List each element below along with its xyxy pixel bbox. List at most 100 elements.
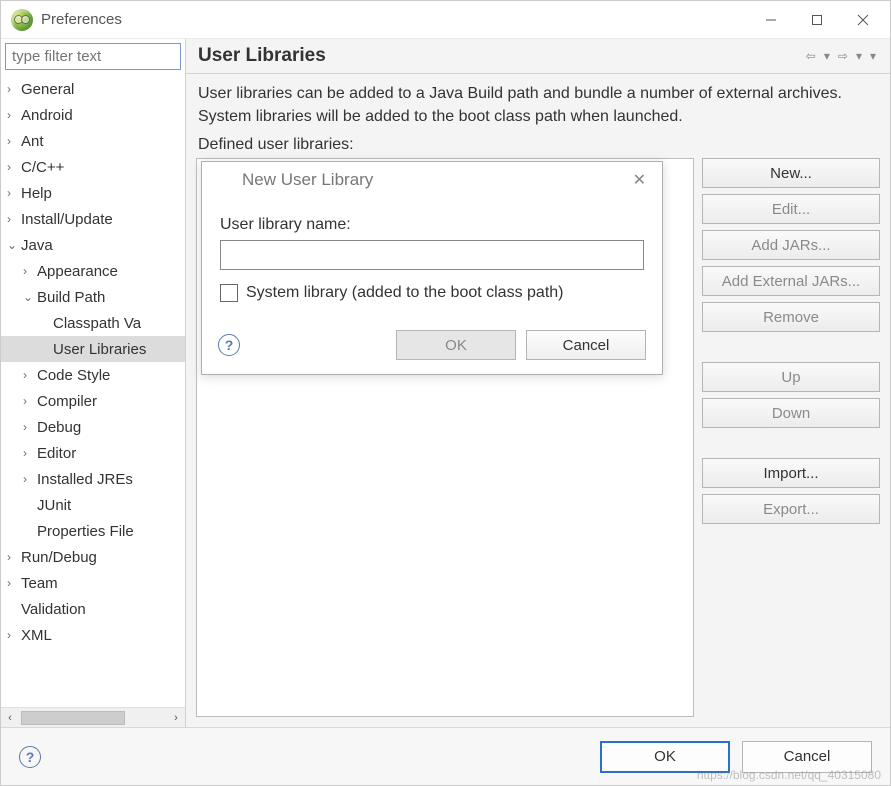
chevron-down-icon[interactable]: ⌄ [7, 238, 21, 252]
forward-icon[interactable]: ⇨ [836, 49, 850, 63]
tree-item-label: Install/Update [21, 211, 113, 228]
maximize-button[interactable] [794, 4, 840, 36]
tree-item-label: Debug [37, 419, 81, 436]
add-jars-button[interactable]: Add JARs... [702, 230, 880, 260]
tree-item[interactable]: ›Help [1, 180, 185, 206]
chevron-right-icon[interactable]: › [7, 82, 21, 96]
chevron-right-icon[interactable]: › [7, 134, 21, 148]
tree-item-label: General [21, 81, 74, 98]
tree-item-label: Properties File [37, 523, 134, 540]
back-dropdown-icon[interactable]: ▾ [822, 49, 832, 63]
scroll-right-icon[interactable]: › [167, 712, 185, 724]
preferences-tree[interactable]: ›General›Android›Ant›C/C++›Help›Install/… [1, 74, 185, 707]
chevron-right-icon[interactable]: › [7, 160, 21, 174]
library-name-input[interactable] [220, 240, 644, 270]
tree-item-label: C/C++ [21, 159, 64, 176]
tree-item-label: Compiler [37, 393, 97, 410]
tree-item[interactable]: ›Appearance [1, 258, 185, 284]
chevron-right-icon[interactable]: › [7, 628, 21, 642]
tree-item[interactable]: ›General [1, 76, 185, 102]
new-button[interactable]: New... [702, 158, 880, 188]
chevron-right-icon[interactable]: › [23, 472, 37, 486]
footer-help-icon[interactable]: ? [19, 746, 41, 768]
tree-item-label: Validation [21, 601, 86, 618]
tree-item[interactable]: ⌄Java [1, 232, 185, 258]
forward-dropdown-icon[interactable]: ▾ [854, 49, 864, 63]
scroll-left-icon[interactable]: ‹ [1, 712, 19, 724]
dialog-help-icon[interactable]: ? [218, 334, 240, 356]
nav-history: ⇦ ▾ ⇨ ▾ ▾ [804, 49, 878, 63]
chevron-right-icon[interactable]: › [7, 212, 21, 226]
close-button[interactable] [840, 4, 886, 36]
dialog-ok-button[interactable]: OK [396, 330, 516, 360]
dialog-body: User library name: System library (added… [202, 198, 662, 318]
tree-item[interactable]: Properties File [1, 518, 185, 544]
add-external-jars-button[interactable]: Add External JARs... [702, 266, 880, 296]
chevron-down-icon[interactable]: ⌄ [23, 290, 37, 304]
dialog-footer: ? OK Cancel [202, 318, 662, 374]
chevron-right-icon[interactable]: › [23, 446, 37, 460]
tree-item[interactable]: ›Install/Update [1, 206, 185, 232]
down-button[interactable]: Down [702, 398, 880, 428]
edit-button[interactable]: Edit... [702, 194, 880, 224]
dialog-logo-icon [212, 169, 234, 191]
page-description: User libraries can be added to a Java Bu… [186, 74, 890, 136]
tree-item[interactable]: ›C/C++ [1, 154, 185, 180]
menu-dropdown-icon[interactable]: ▾ [868, 49, 878, 63]
tree-item[interactable]: ›Run/Debug [1, 544, 185, 570]
footer-cancel-button[interactable]: Cancel [742, 741, 872, 773]
back-icon[interactable]: ⇦ [804, 49, 818, 63]
tree-item-label: Java [21, 237, 53, 254]
system-library-row[interactable]: System library (added to the boot class … [220, 284, 644, 302]
window-controls [748, 4, 886, 36]
main-header: User Libraries ⇦ ▾ ⇨ ▾ ▾ [186, 39, 890, 74]
chevron-right-icon[interactable]: › [23, 264, 37, 278]
tree-item[interactable]: ›Debug [1, 414, 185, 440]
tree-item-label: XML [21, 627, 52, 644]
up-button[interactable]: Up [702, 362, 880, 392]
user-libraries-list[interactable]: › New User Library ✕ User library name: [196, 158, 694, 717]
tree-item[interactable]: ›Team [1, 570, 185, 596]
dialog-close-icon[interactable]: ✕ [627, 168, 652, 192]
sidebar: ›General›Android›Ant›C/C++›Help›Install/… [1, 39, 186, 727]
minimize-button[interactable] [748, 4, 794, 36]
tree-item[interactable]: ›Compiler [1, 388, 185, 414]
chevron-right-icon[interactable]: › [23, 420, 37, 434]
tree-item[interactable]: Classpath Va [1, 310, 185, 336]
tree-item-label: Build Path [37, 289, 105, 306]
chevron-right-icon[interactable]: › [7, 576, 21, 590]
system-library-checkbox[interactable] [220, 284, 238, 302]
app-logo-icon [11, 9, 33, 31]
tree-item[interactable]: JUnit [1, 492, 185, 518]
page-title: User Libraries [198, 45, 804, 67]
tree-item[interactable]: ⌄Build Path [1, 284, 185, 310]
tree-item[interactable]: ›Android [1, 102, 185, 128]
tree-item[interactable]: Validation [1, 596, 185, 622]
remove-button[interactable]: Remove [702, 302, 880, 332]
tree-item[interactable]: ›Editor [1, 440, 185, 466]
library-name-label: User library name: [220, 216, 644, 234]
dialog-cancel-button[interactable]: Cancel [526, 330, 646, 360]
body: ›General›Android›Ant›C/C++›Help›Install/… [1, 39, 890, 727]
tree-item[interactable]: ›Code Style [1, 362, 185, 388]
work-area: › New User Library ✕ User library name: [186, 158, 890, 727]
scroll-track[interactable] [19, 710, 167, 726]
import-button[interactable]: Import... [702, 458, 880, 488]
horizontal-scrollbar[interactable]: ‹ › [1, 707, 185, 727]
chevron-right-icon[interactable]: › [7, 550, 21, 564]
tree-item[interactable]: User Libraries [1, 336, 185, 362]
export-button[interactable]: Export... [702, 494, 880, 524]
footer-ok-button[interactable]: OK [600, 741, 730, 773]
defined-libraries-label: Defined user libraries: [186, 136, 890, 158]
tree-item-label: Ant [21, 133, 44, 150]
tree-item[interactable]: ›Installed JREs [1, 466, 185, 492]
tree-item[interactable]: ›Ant [1, 128, 185, 154]
chevron-right-icon[interactable]: › [23, 368, 37, 382]
window-title: Preferences [41, 11, 748, 28]
filter-input[interactable] [5, 43, 181, 70]
chevron-right-icon[interactable]: › [7, 186, 21, 200]
scroll-thumb[interactable] [21, 711, 125, 725]
chevron-right-icon[interactable]: › [23, 394, 37, 408]
tree-item[interactable]: ›XML [1, 622, 185, 648]
chevron-right-icon[interactable]: › [7, 108, 21, 122]
